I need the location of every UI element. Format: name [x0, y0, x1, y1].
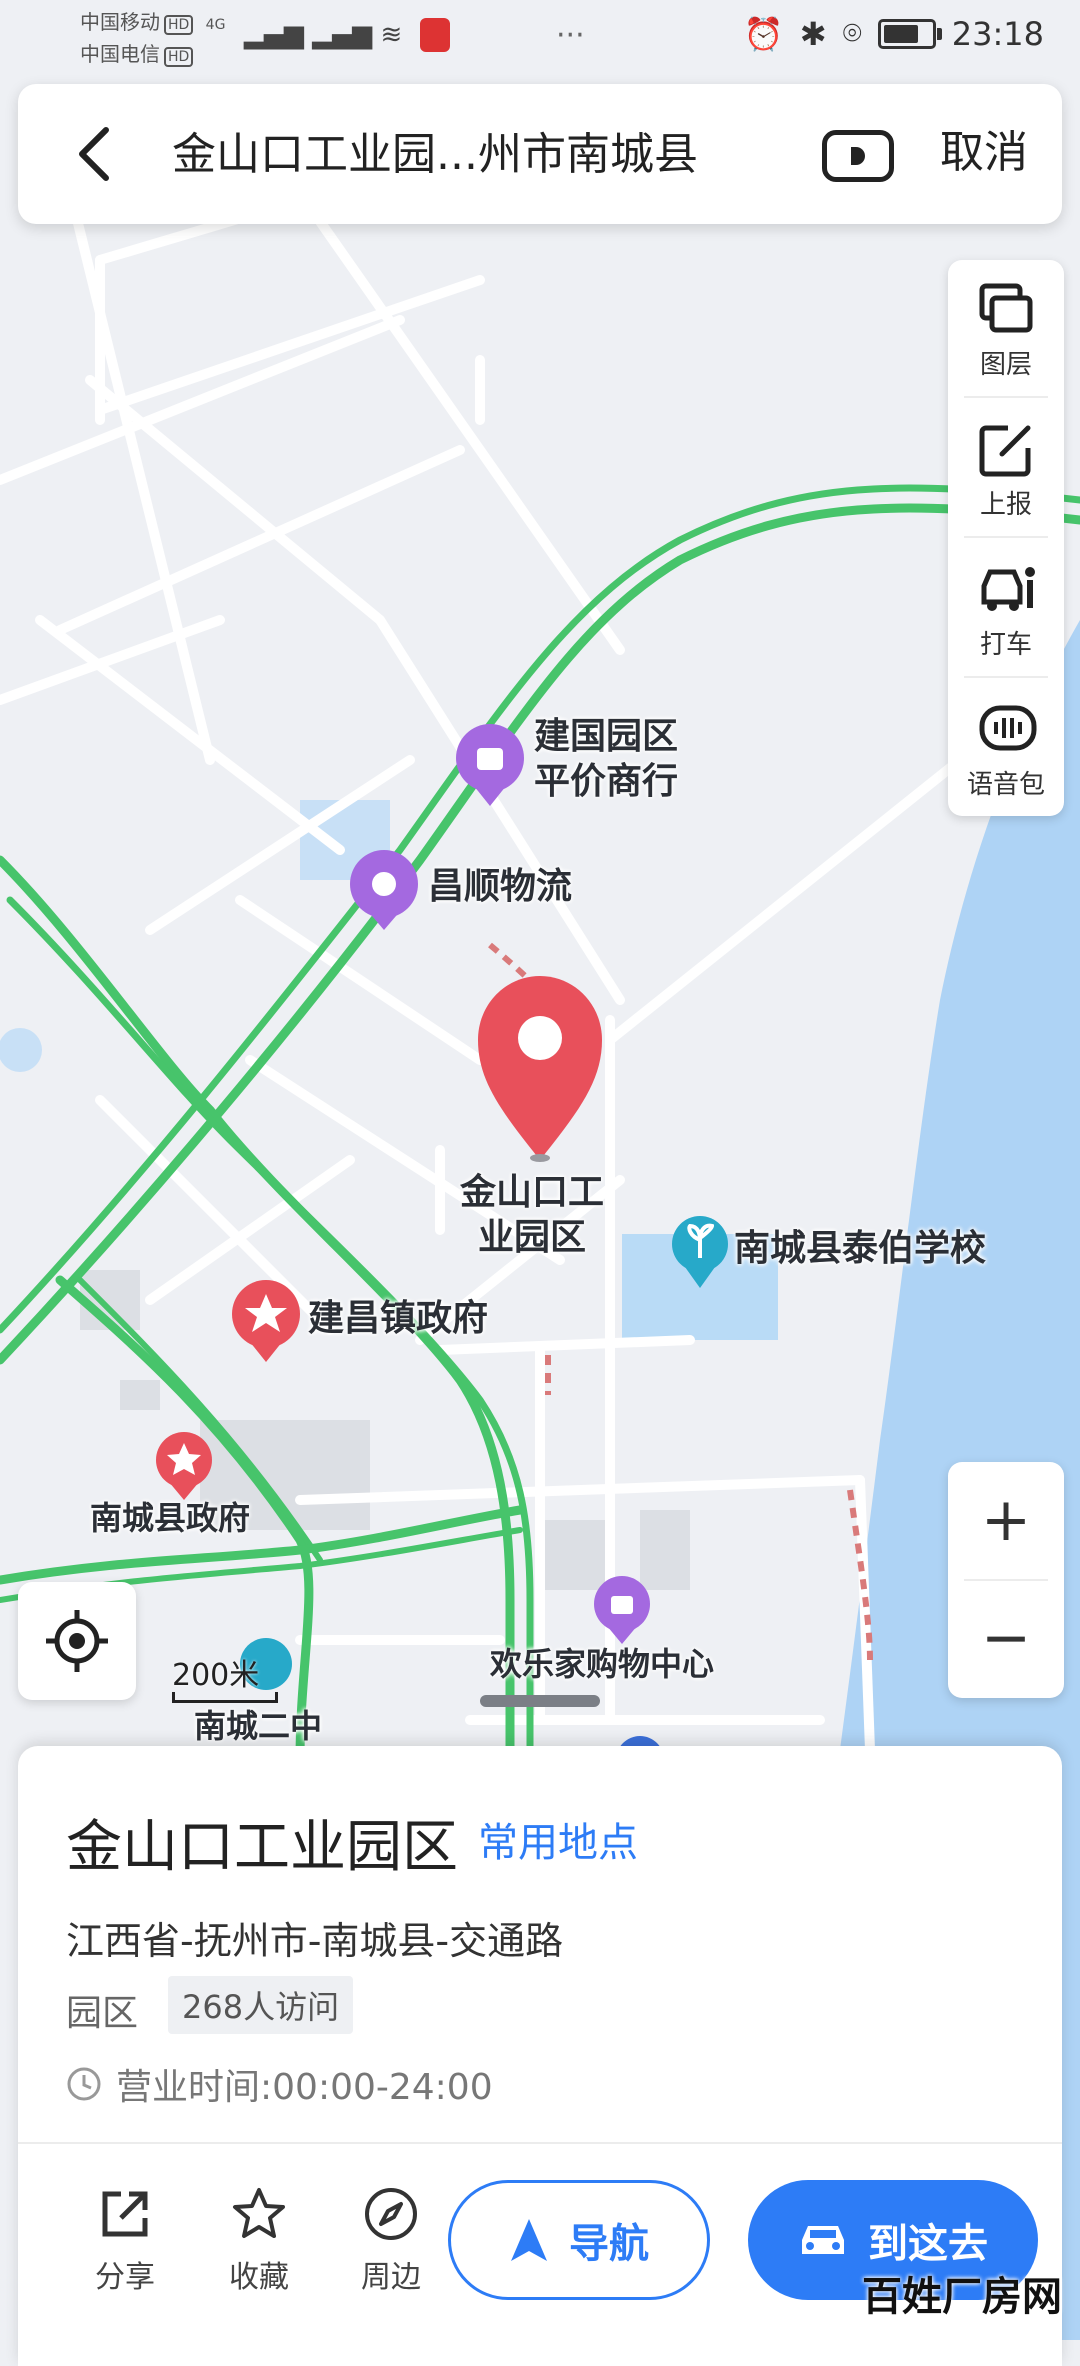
- zoom-in-button[interactable]: +: [948, 1462, 1064, 1578]
- place-tag[interactable]: 常用地点: [478, 1810, 638, 1868]
- map-label-school2[interactable]: 南城二中: [194, 1706, 322, 1746]
- map-toolbox: 图层 上报 打车 语音包: [948, 260, 1064, 816]
- map-label-taibo-school[interactable]: 南城县泰伯学校: [734, 1226, 986, 1271]
- nearby-label: 周边: [361, 2260, 421, 2295]
- tool-taxi-label: 打车: [979, 630, 1032, 660]
- navigate-button[interactable]: 导航: [448, 2180, 710, 2300]
- nearby-button[interactable]: 周边: [336, 2186, 446, 2296]
- map-label-selected[interactable]: 金山口工 业园区: [460, 1170, 604, 1260]
- hd-badge-2: HD: [164, 47, 194, 67]
- search-bar[interactable]: 金山口工业园...州市南城县 取消: [18, 84, 1062, 224]
- favorite-button[interactable]: 收藏: [204, 2186, 314, 2296]
- location-icon: ⌾: [842, 14, 862, 52]
- status-time: 23:18: [951, 14, 1044, 53]
- car-icon: [802, 2226, 844, 2254]
- report-edit-icon: [979, 425, 1031, 477]
- cancel-button[interactable]: 取消: [940, 116, 1028, 180]
- layers-icon: [979, 283, 1033, 333]
- place-title: 金山口工业园区: [66, 1815, 458, 1880]
- hd-badge: HD: [164, 15, 194, 35]
- tool-layers-label: 图层: [979, 350, 1032, 380]
- mic-notification-icon: [420, 18, 450, 52]
- tool-taxi[interactable]: 打车: [948, 540, 1064, 678]
- bluetooth-icon: ✱: [799, 14, 827, 53]
- clock-icon: [67, 2067, 101, 2101]
- more-notifications-icon: ···: [556, 18, 585, 53]
- tool-report-label: 上报: [979, 490, 1032, 520]
- battery-icon: [877, 18, 942, 49]
- star-icon: [233, 2188, 285, 2238]
- search-query[interactable]: 金山口工业园...州市南城县: [172, 118, 698, 182]
- place-category: 园区: [66, 1993, 139, 2034]
- crosshair-icon: [46, 1610, 108, 1672]
- voice-input-icon[interactable]: [822, 130, 894, 182]
- taxi-icon: [981, 567, 1035, 611]
- business-hours: 营业时间:00:00-24:00: [66, 2058, 493, 2110]
- locate-button[interactable]: [18, 1582, 136, 1700]
- navigation-arrow-icon: [511, 2219, 547, 2261]
- card-divider: [18, 2142, 1062, 2144]
- watermark: 百姓厂房网: [862, 2274, 1062, 2320]
- tool-report[interactable]: 上报: [948, 400, 1064, 538]
- voice-pack-icon: [979, 705, 1037, 751]
- share-label: 分享: [95, 2260, 155, 2295]
- carrier-1: 中国移动 HD 4G: [80, 6, 225, 35]
- map-label-jianchang-gov[interactable]: 建昌镇政府: [308, 1296, 488, 1341]
- signal-wifi-icons: ▂▄▆ ▂▄▆ ≋: [244, 20, 403, 50]
- zoom-controls: + −: [948, 1462, 1064, 1698]
- carrier-2-name: 中国电信: [80, 42, 160, 66]
- navigate-label: 导航: [569, 2221, 649, 2267]
- map-label-jianguo[interactable]: 建国园区 平价商行: [534, 714, 678, 804]
- scale-label: 200米: [172, 1658, 260, 1693]
- tool-voice-pack-label: 语音包: [966, 770, 1045, 800]
- business-hours-text: 营业时间:00:00-24:00: [116, 2067, 493, 2108]
- compass-icon: [365, 2188, 417, 2240]
- map-label-mall[interactable]: 欢乐家购物中心: [490, 1644, 714, 1684]
- status-bar: 中国移动 HD 4G 中国电信 HD ▂▄▆ ▂▄▆ ≋ ··· ⏰ ✱ ⌾ 23:…: [0, 0, 1080, 72]
- share-button[interactable]: 分享: [70, 2186, 180, 2296]
- status-right: ⏰ ✱ ⌾ 23:18: [744, 14, 1044, 53]
- toolbox-divider: [964, 536, 1048, 538]
- alarm-icon: ⏰: [743, 14, 784, 53]
- zoom-out-button[interactable]: −: [948, 1580, 1064, 1696]
- map-label-county-gov[interactable]: 南城县政府: [90, 1498, 250, 1538]
- back-arrow-icon[interactable]: [70, 124, 120, 184]
- map-label-changshun[interactable]: 昌顺物流: [428, 864, 572, 909]
- tool-layers[interactable]: 图层: [948, 260, 1064, 398]
- place-address: 江西省-抚州市-南城县-交通路: [66, 1919, 564, 1963]
- tool-voice-pack[interactable]: 语音包: [948, 680, 1064, 818]
- network-type: 4G: [205, 17, 226, 33]
- carrier-2: 中国电信 HD: [80, 38, 194, 67]
- favorite-label: 收藏: [229, 2260, 289, 2295]
- go-here-label: 到这去: [868, 2221, 988, 2267]
- share-icon: [102, 2191, 148, 2237]
- sheet-drag-handle[interactable]: [480, 1695, 600, 1707]
- map-scale: 200米: [172, 1650, 278, 1703]
- toolbox-divider: [964, 676, 1048, 678]
- visit-count-badge: 268人访问: [168, 1976, 354, 2034]
- carrier-1-name: 中国移动: [80, 10, 160, 34]
- toolbox-divider: [964, 396, 1048, 398]
